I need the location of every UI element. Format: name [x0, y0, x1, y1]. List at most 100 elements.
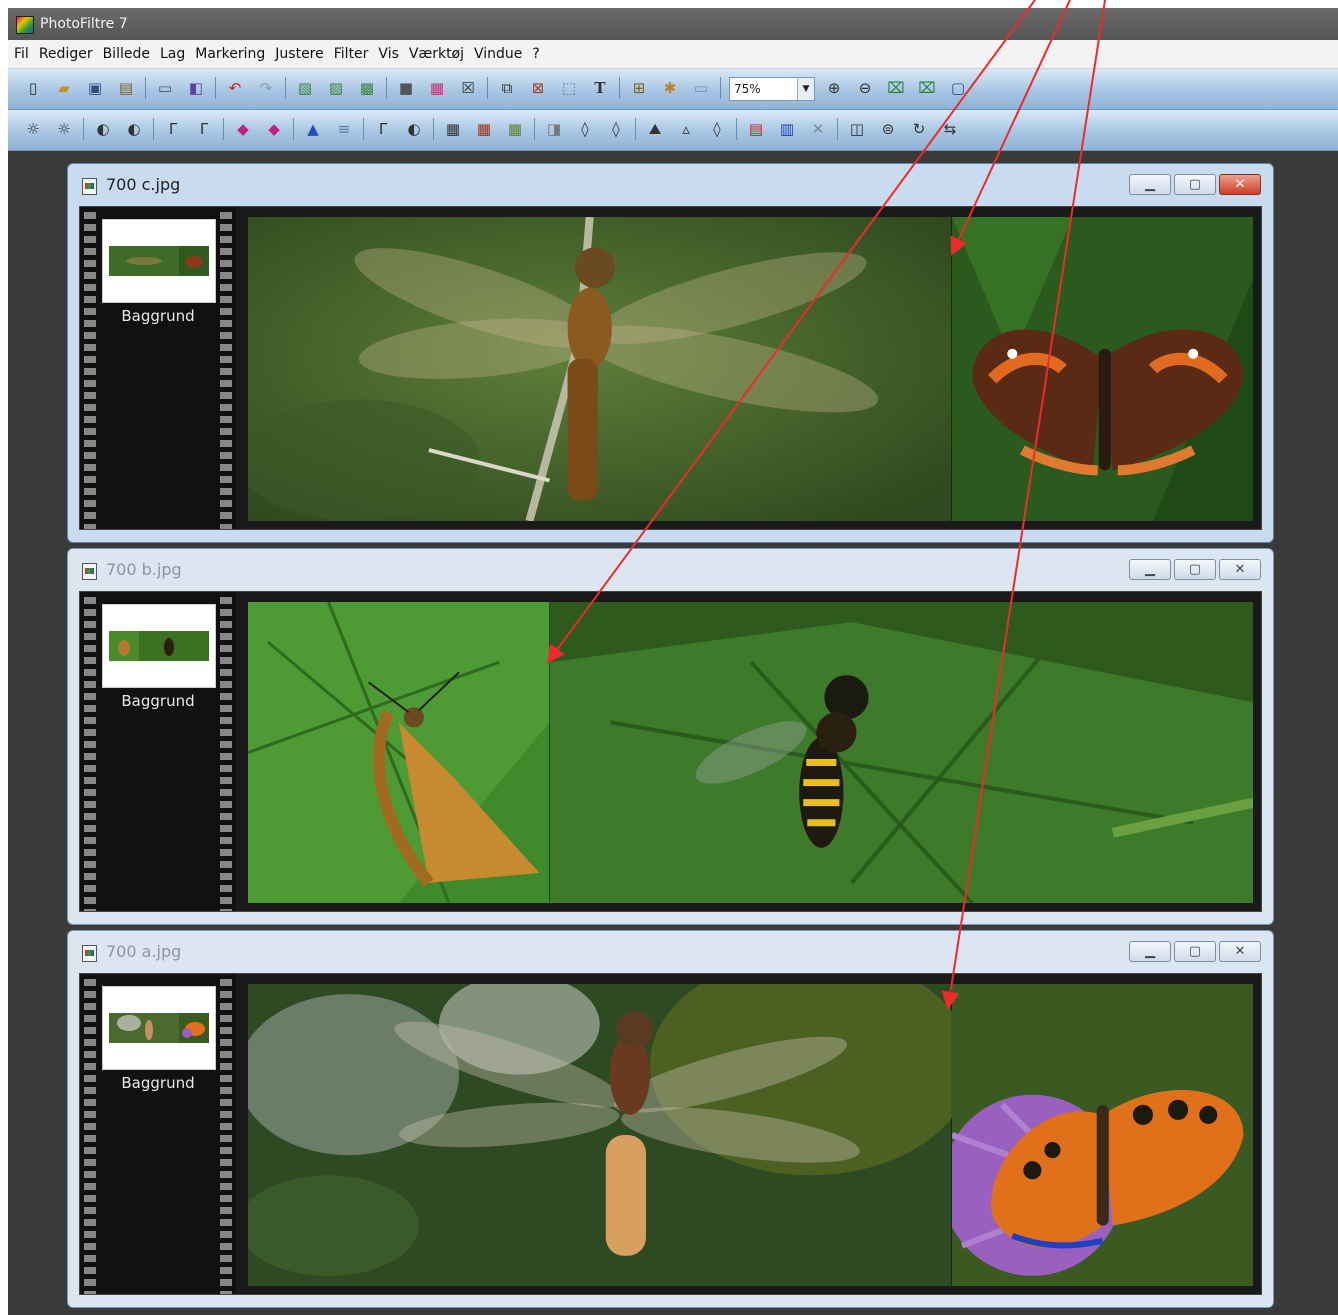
- maximize-button[interactable]: ▢: [1174, 174, 1216, 195]
- layer-preview: [109, 246, 209, 276]
- window-icon[interactable]: ▭: [690, 77, 712, 99]
- document-body: Baggrund: [79, 206, 1262, 530]
- drop-plus-icon[interactable]: ◊: [605, 118, 627, 140]
- brightness-minus-icon[interactable]: ☼: [22, 118, 44, 140]
- auto-level-icon[interactable]: ◐: [403, 118, 425, 140]
- actual-size-icon[interactable]: ⌧: [916, 77, 938, 99]
- menu-vaerktoj[interactable]: Værktøj: [404, 40, 469, 68]
- adjust-toolbar: ☼ ☼ ◐ ◐ Γ Γ ◆ ◆ ▲ ≡ Γ ◐ ▦ ▦ ▦ ◨ ◊ ◊ ⛰ ▵ ◊ ▤ ▥ ✕ ◫ ⊜ ↻ ⇆: [8, 110, 1338, 151]
- maximize-button[interactable]: ▢: [1174, 559, 1216, 580]
- blur-icon[interactable]: ▦: [442, 118, 464, 140]
- color-balance-icon[interactable]: ▥: [776, 118, 798, 140]
- image-canvas[interactable]: [248, 217, 1253, 521]
- frame-icon[interactable]: ◫: [846, 118, 868, 140]
- align-icon[interactable]: ⊜: [877, 118, 899, 140]
- document-window-c[interactable]: 700 c.jpg ▁ ▢ ✕ Baggrund: [67, 163, 1274, 543]
- copy-image-icon[interactable]: ▧: [294, 77, 316, 99]
- document-titlebar[interactable]: 700 b.jpg ▁ ▢ ✕: [68, 549, 1273, 591]
- menu-vindue[interactable]: Vindue: [469, 40, 527, 68]
- crop-icon[interactable]: ⧉: [496, 77, 518, 99]
- image-file-icon: [82, 945, 97, 962]
- open-file-icon[interactable]: ▰: [53, 77, 75, 99]
- zoom-in-icon[interactable]: ⊕: [823, 77, 845, 99]
- menu-rediger[interactable]: Rediger: [34, 40, 98, 68]
- menu-lag[interactable]: Lag: [155, 40, 190, 68]
- histogram-icon[interactable]: ▲: [302, 118, 324, 140]
- document-body: Baggrund: [79, 591, 1262, 912]
- minimize-button[interactable]: ▁: [1129, 174, 1171, 195]
- zoom-combobox[interactable]: 75% ▼: [729, 77, 815, 101]
- gamma-minus-icon[interactable]: Γ: [162, 118, 184, 140]
- undo-icon[interactable]: ↶: [224, 77, 246, 99]
- menu-billede[interactable]: Billede: [98, 40, 155, 68]
- duplicate-icon[interactable]: ▩: [356, 77, 378, 99]
- text-icon[interactable]: T: [589, 77, 611, 99]
- maximize-button[interactable]: ▢: [1174, 941, 1216, 962]
- close-button[interactable]: ✕: [1219, 559, 1261, 580]
- resize-icon[interactable]: ⊠: [527, 77, 549, 99]
- layer-preview: [109, 631, 209, 661]
- document-title: 700 a.jpg: [106, 942, 182, 961]
- grayscale-icon[interactable]: ■: [395, 77, 417, 99]
- document-window-b[interactable]: 700 b.jpg ▁ ▢ ✕ Baggrund: [67, 548, 1274, 925]
- noise-icon[interactable]: ▦: [504, 118, 526, 140]
- sharpen-icon[interactable]: ▦: [473, 118, 495, 140]
- saturation-minus-icon[interactable]: ◆: [232, 118, 254, 140]
- photofiltre-app-icon: [16, 16, 34, 34]
- gradient-icon[interactable]: ▤: [745, 118, 767, 140]
- paste-image-icon[interactable]: ▨: [325, 77, 347, 99]
- print-icon[interactable]: ▭: [154, 77, 176, 99]
- image-canvas[interactable]: [248, 602, 1253, 903]
- menu-fil[interactable]: Fil: [8, 40, 34, 68]
- menu-markering[interactable]: Markering: [190, 40, 270, 68]
- drop-icon[interactable]: ◊: [574, 118, 596, 140]
- mask-icon[interactable]: ✕: [807, 118, 829, 140]
- minimize-button[interactable]: ▁: [1129, 559, 1171, 580]
- zoom-out-icon[interactable]: ⊖: [854, 77, 876, 99]
- contrast-plus-icon[interactable]: ◐: [123, 118, 145, 140]
- rotate-icon[interactable]: ↻: [908, 118, 930, 140]
- paste-icon[interactable]: ▤: [115, 77, 137, 99]
- chevron-down-icon[interactable]: ▼: [797, 78, 814, 100]
- layer-name: Baggrund: [121, 692, 195, 710]
- effects-icon[interactable]: ✱: [659, 77, 681, 99]
- close-button[interactable]: ✕: [1219, 941, 1261, 962]
- image-file-icon: [82, 563, 97, 580]
- broad-bodied-chaser-photo: [248, 984, 952, 1286]
- auto-contrast-icon[interactable]: Γ: [372, 118, 394, 140]
- menu-filter[interactable]: Filter: [329, 40, 374, 68]
- flip-icon[interactable]: ⇆: [939, 118, 961, 140]
- fullscreen-icon[interactable]: ▢: [947, 77, 969, 99]
- menu-vis[interactable]: Vis: [373, 40, 403, 68]
- close-button[interactable]: ✕: [1219, 174, 1261, 195]
- scan-icon[interactable]: ◧: [185, 77, 207, 99]
- save-icon[interactable]: ▣: [84, 77, 106, 99]
- image-canvas[interactable]: [248, 984, 1253, 1286]
- layer-thumbnail[interactable]: [102, 604, 216, 688]
- gamma-plus-icon[interactable]: Γ: [193, 118, 215, 140]
- small-tortoiseshell-photo: [951, 984, 1253, 1286]
- redo-icon[interactable]: ↷: [255, 77, 277, 99]
- select-icon[interactable]: ⬚: [558, 77, 580, 99]
- saturation-plus-icon[interactable]: ◆: [263, 118, 285, 140]
- layer-thumbnail[interactable]: [102, 986, 216, 1070]
- soften-icon[interactable]: ▵: [675, 118, 697, 140]
- contrast-minus-icon[interactable]: ◐: [92, 118, 114, 140]
- minimize-button[interactable]: ▁: [1129, 941, 1171, 962]
- landscape-icon[interactable]: ⛰: [644, 118, 666, 140]
- document-titlebar[interactable]: 700 c.jpg ▁ ▢ ✕: [68, 164, 1273, 206]
- brightness-plus-icon[interactable]: ☼: [53, 118, 75, 140]
- menu-help[interactable]: ?: [527, 40, 544, 68]
- fit-icon[interactable]: ⌧: [885, 77, 907, 99]
- layer-thumbnail[interactable]: [102, 219, 216, 303]
- document-titlebar[interactable]: 700 a.jpg ▁ ▢ ✕: [68, 931, 1273, 973]
- sharpen-more-icon[interactable]: ◊: [706, 118, 728, 140]
- layer-icon[interactable]: ⊞: [628, 77, 650, 99]
- filter-icon[interactable]: ☒: [457, 77, 479, 99]
- fade-icon[interactable]: ◨: [543, 118, 565, 140]
- new-file-icon[interactable]: ▯: [22, 77, 44, 99]
- menu-justere[interactable]: Justere: [270, 40, 328, 68]
- levels-icon[interactable]: ≡: [333, 118, 355, 140]
- rgb-icon[interactable]: ▦: [426, 77, 448, 99]
- document-window-a[interactable]: 700 a.jpg ▁ ▢ ✕ Baggrund: [67, 930, 1274, 1308]
